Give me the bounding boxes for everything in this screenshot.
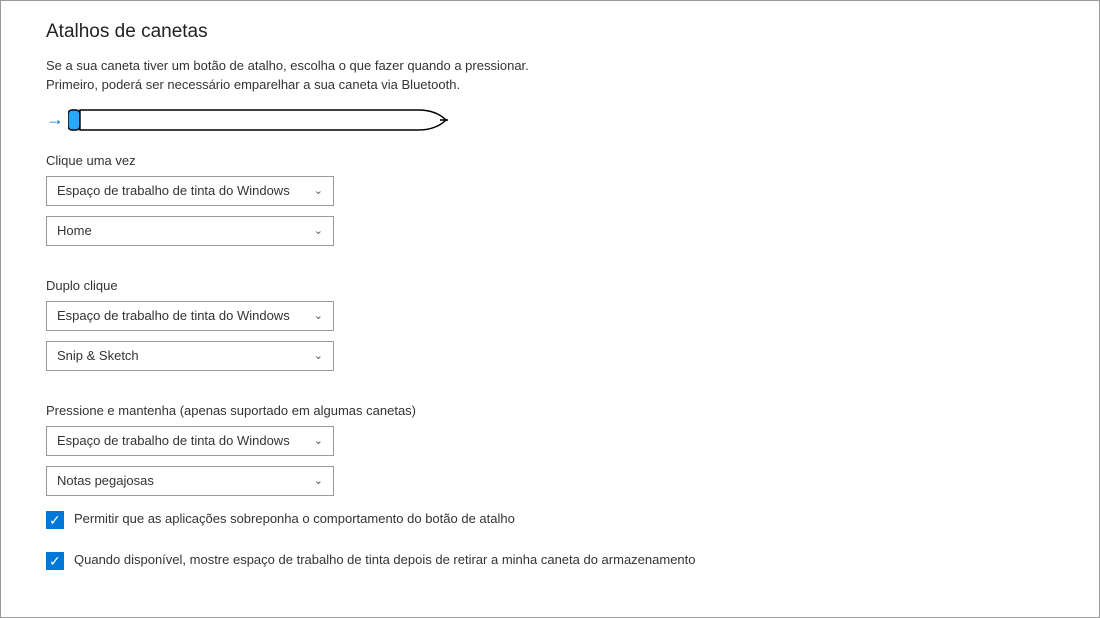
chevron-down-icon: ⌄: [314, 184, 323, 197]
dropdown-value: Espaço de trabalho de tinta do Windows: [57, 433, 290, 448]
press-hold-label: Pressione e mantenha (apenas suportado e…: [46, 403, 1054, 418]
check-icon: ✓: [49, 511, 61, 529]
arrow-right-icon: →: [46, 109, 64, 130]
chevron-down-icon: ⌄: [314, 224, 323, 237]
pen-illustration: →: [46, 109, 1054, 131]
dropdown-value: Espaço de trabalho de tinta do Windows: [57, 308, 290, 323]
dropdown-value: Home: [57, 223, 92, 238]
press-hold-dropdown-1[interactable]: Espaço de trabalho de tinta do Windows ⌄: [46, 426, 334, 456]
press-hold-dropdown-2[interactable]: Notas pegajosas ⌄: [46, 466, 334, 496]
click-once-dropdown-2[interactable]: Home ⌄: [46, 216, 334, 246]
dropdown-value: Notas pegajosas: [57, 473, 154, 488]
show-ink-workspace-label: Quando disponível, mostre espaço de trab…: [74, 551, 696, 570]
double-click-dropdown-2[interactable]: Snip & Sketch ⌄: [46, 341, 334, 371]
allow-apps-override-label: Permitir que as aplicações sobreponha o …: [74, 510, 515, 529]
chevron-down-icon: ⌄: [314, 474, 323, 487]
double-click-label: Duplo clique: [46, 278, 1054, 293]
show-ink-workspace-checkbox[interactable]: ✓: [46, 552, 64, 570]
allow-apps-override-checkbox[interactable]: ✓: [46, 511, 64, 529]
chevron-down-icon: ⌄: [314, 309, 323, 322]
dropdown-value: Espaço de trabalho de tinta do Windows: [57, 183, 290, 198]
click-once-label: Clique uma vez: [46, 153, 1054, 168]
section-description: Se a sua caneta tiver um botão de atalho…: [46, 57, 566, 95]
dropdown-value: Snip & Sketch: [57, 348, 139, 363]
chevron-down-icon: ⌄: [314, 434, 323, 447]
check-icon: ✓: [49, 552, 61, 570]
double-click-dropdown-1[interactable]: Espaço de trabalho de tinta do Windows ⌄: [46, 301, 334, 331]
page-title: Atalhos de canetas: [46, 21, 1054, 43]
chevron-down-icon: ⌄: [314, 349, 323, 362]
pen-icon: [68, 109, 448, 131]
click-once-dropdown-1[interactable]: Espaço de trabalho de tinta do Windows ⌄: [46, 176, 334, 206]
